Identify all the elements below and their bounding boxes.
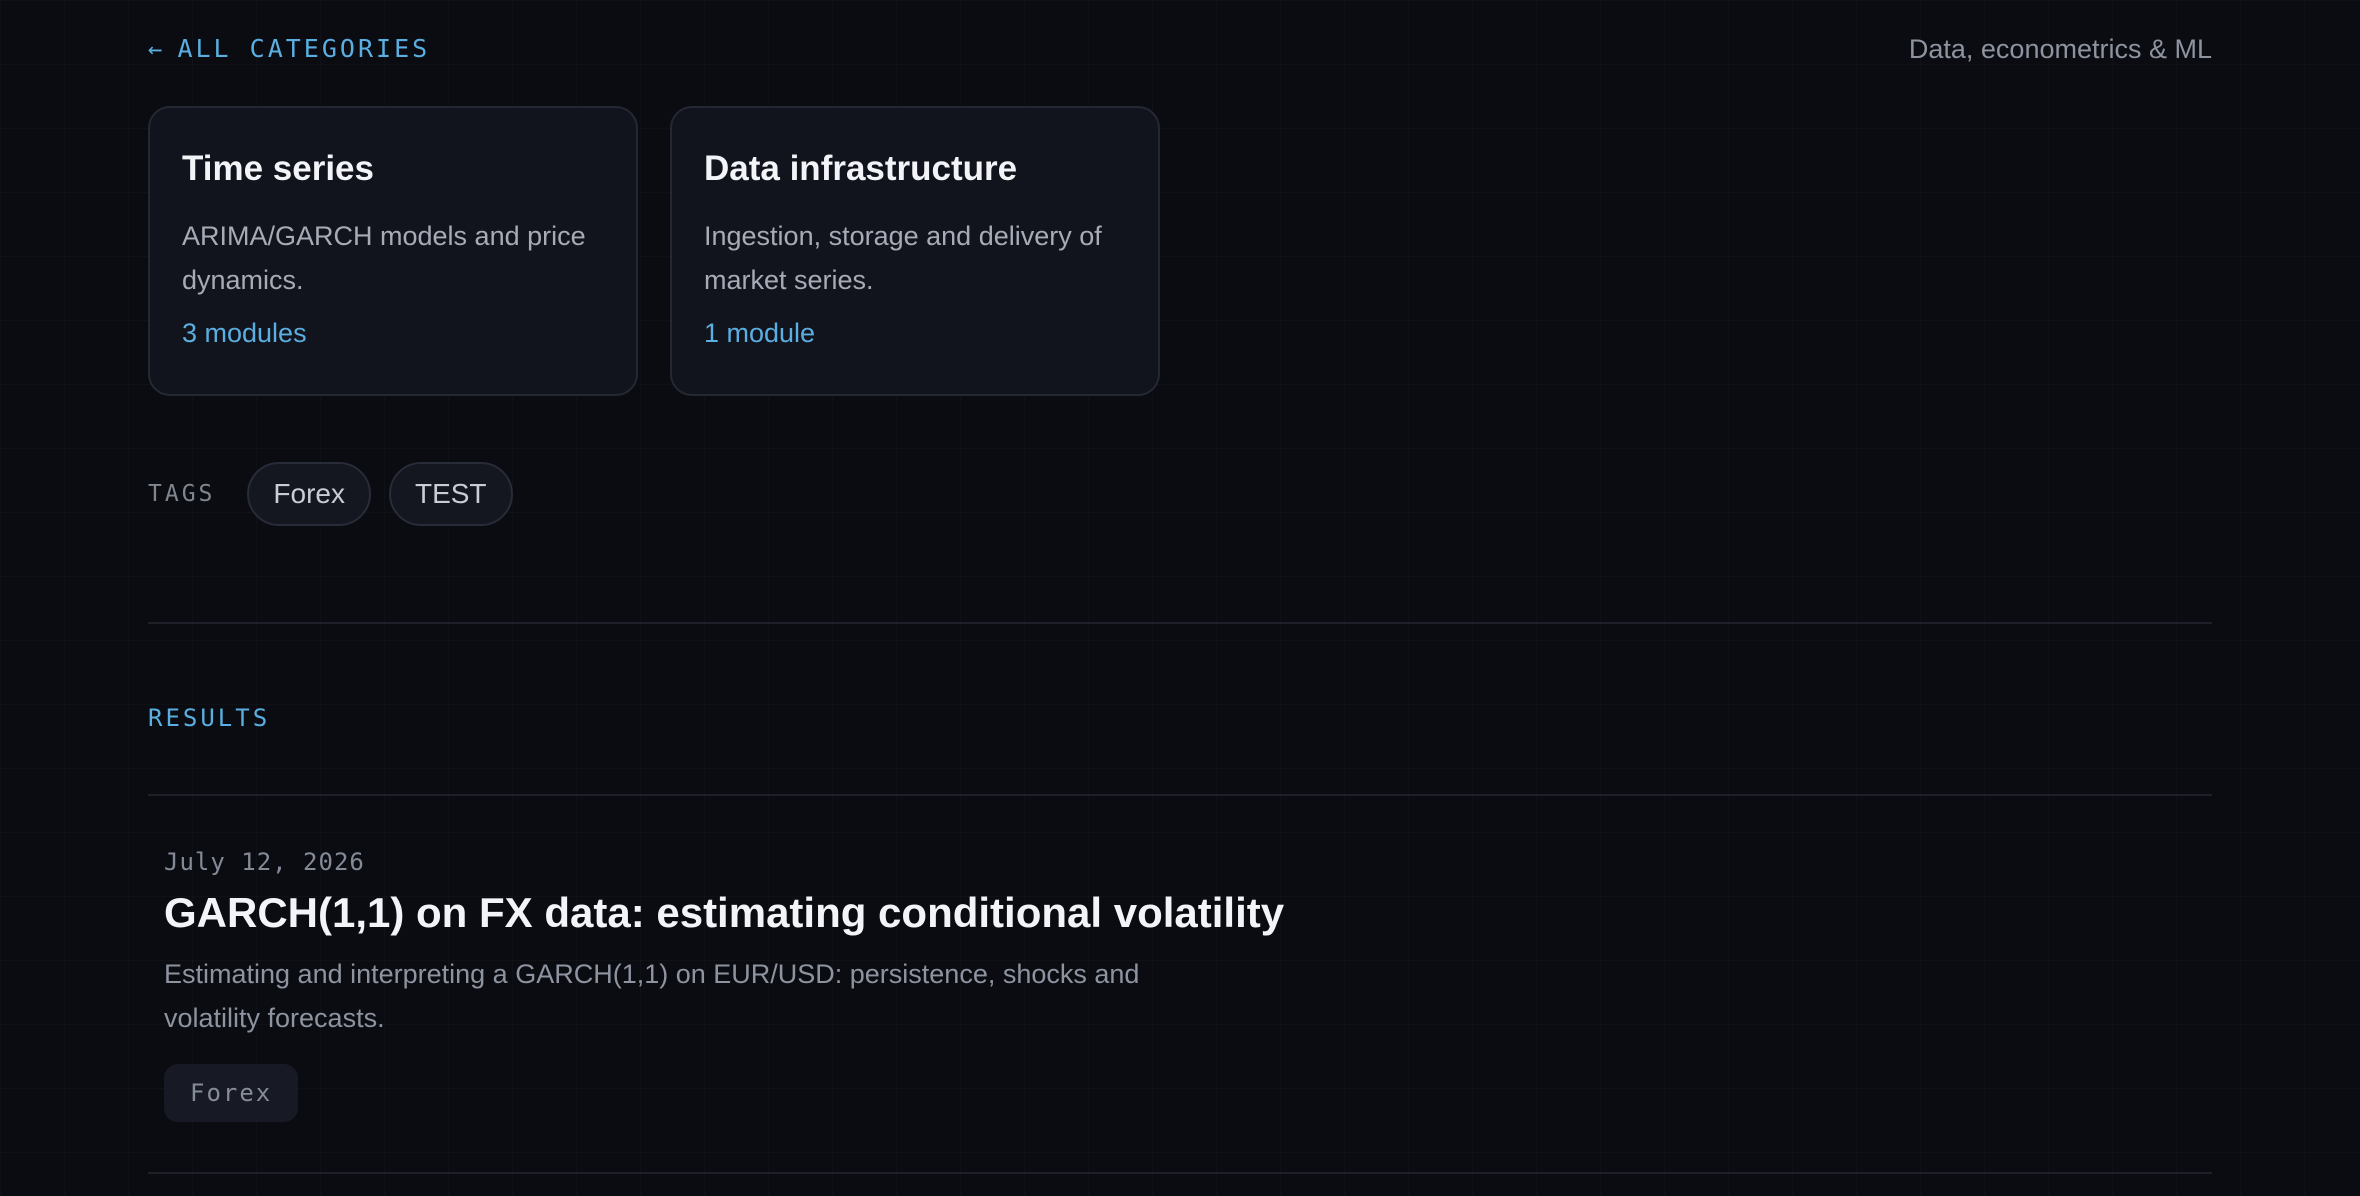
category-card-data-infrastructure[interactable]: Data infrastructure Ingestion, storage a…: [670, 106, 1160, 396]
card-module-count: 3 modules: [182, 318, 307, 348]
tags-row: TAGS Forex TEST: [148, 462, 531, 526]
all-categories-label: ALL CATEGORIES: [177, 34, 431, 63]
tag-pill-forex[interactable]: Forex: [247, 462, 371, 526]
result-date: July 12, 2026: [164, 848, 365, 876]
card-title: Time series: [182, 149, 374, 188]
card-description: Ingestion, storage and delivery of marke…: [704, 221, 1102, 295]
arrow-left-icon: ←: [148, 34, 166, 63]
section-subtitle: Data, econometrics & ML: [1908, 34, 2212, 64]
subcategory-cards: Time series ARIMA/GARCH models and price…: [148, 106, 1160, 396]
tags-label: TAGS: [148, 481, 216, 507]
result-divider: [148, 1172, 2212, 1174]
card-title: Data infrastructure: [704, 149, 1018, 188]
all-categories-link[interactable]: ← ALL CATEGORIES: [148, 34, 430, 63]
card-description: ARIMA/GARCH models and price dynamics.: [182, 221, 586, 295]
result-title-link[interactable]: GARCH(1,1) on FX data: estimating condit…: [164, 888, 1364, 938]
category-page: ← ALL CATEGORIES Data, econometrics & ML…: [148, 0, 2212, 1196]
card-module-count: 1 module: [704, 318, 816, 348]
result-description: Estimating and interpreting a GARCH(1,1)…: [164, 959, 1140, 1034]
section-divider: [148, 622, 2212, 624]
result-item: July 12, 2026 GARCH(1,1) on FX data: est…: [164, 848, 1364, 1123]
result-tag-forex[interactable]: Forex: [164, 1064, 299, 1123]
tag-pill-test[interactable]: TEST: [388, 462, 513, 526]
results-label: RESULTS: [148, 704, 271, 732]
category-card-time-series[interactable]: Time series ARIMA/GARCH models and price…: [148, 106, 638, 396]
results-divider: [148, 794, 2212, 796]
